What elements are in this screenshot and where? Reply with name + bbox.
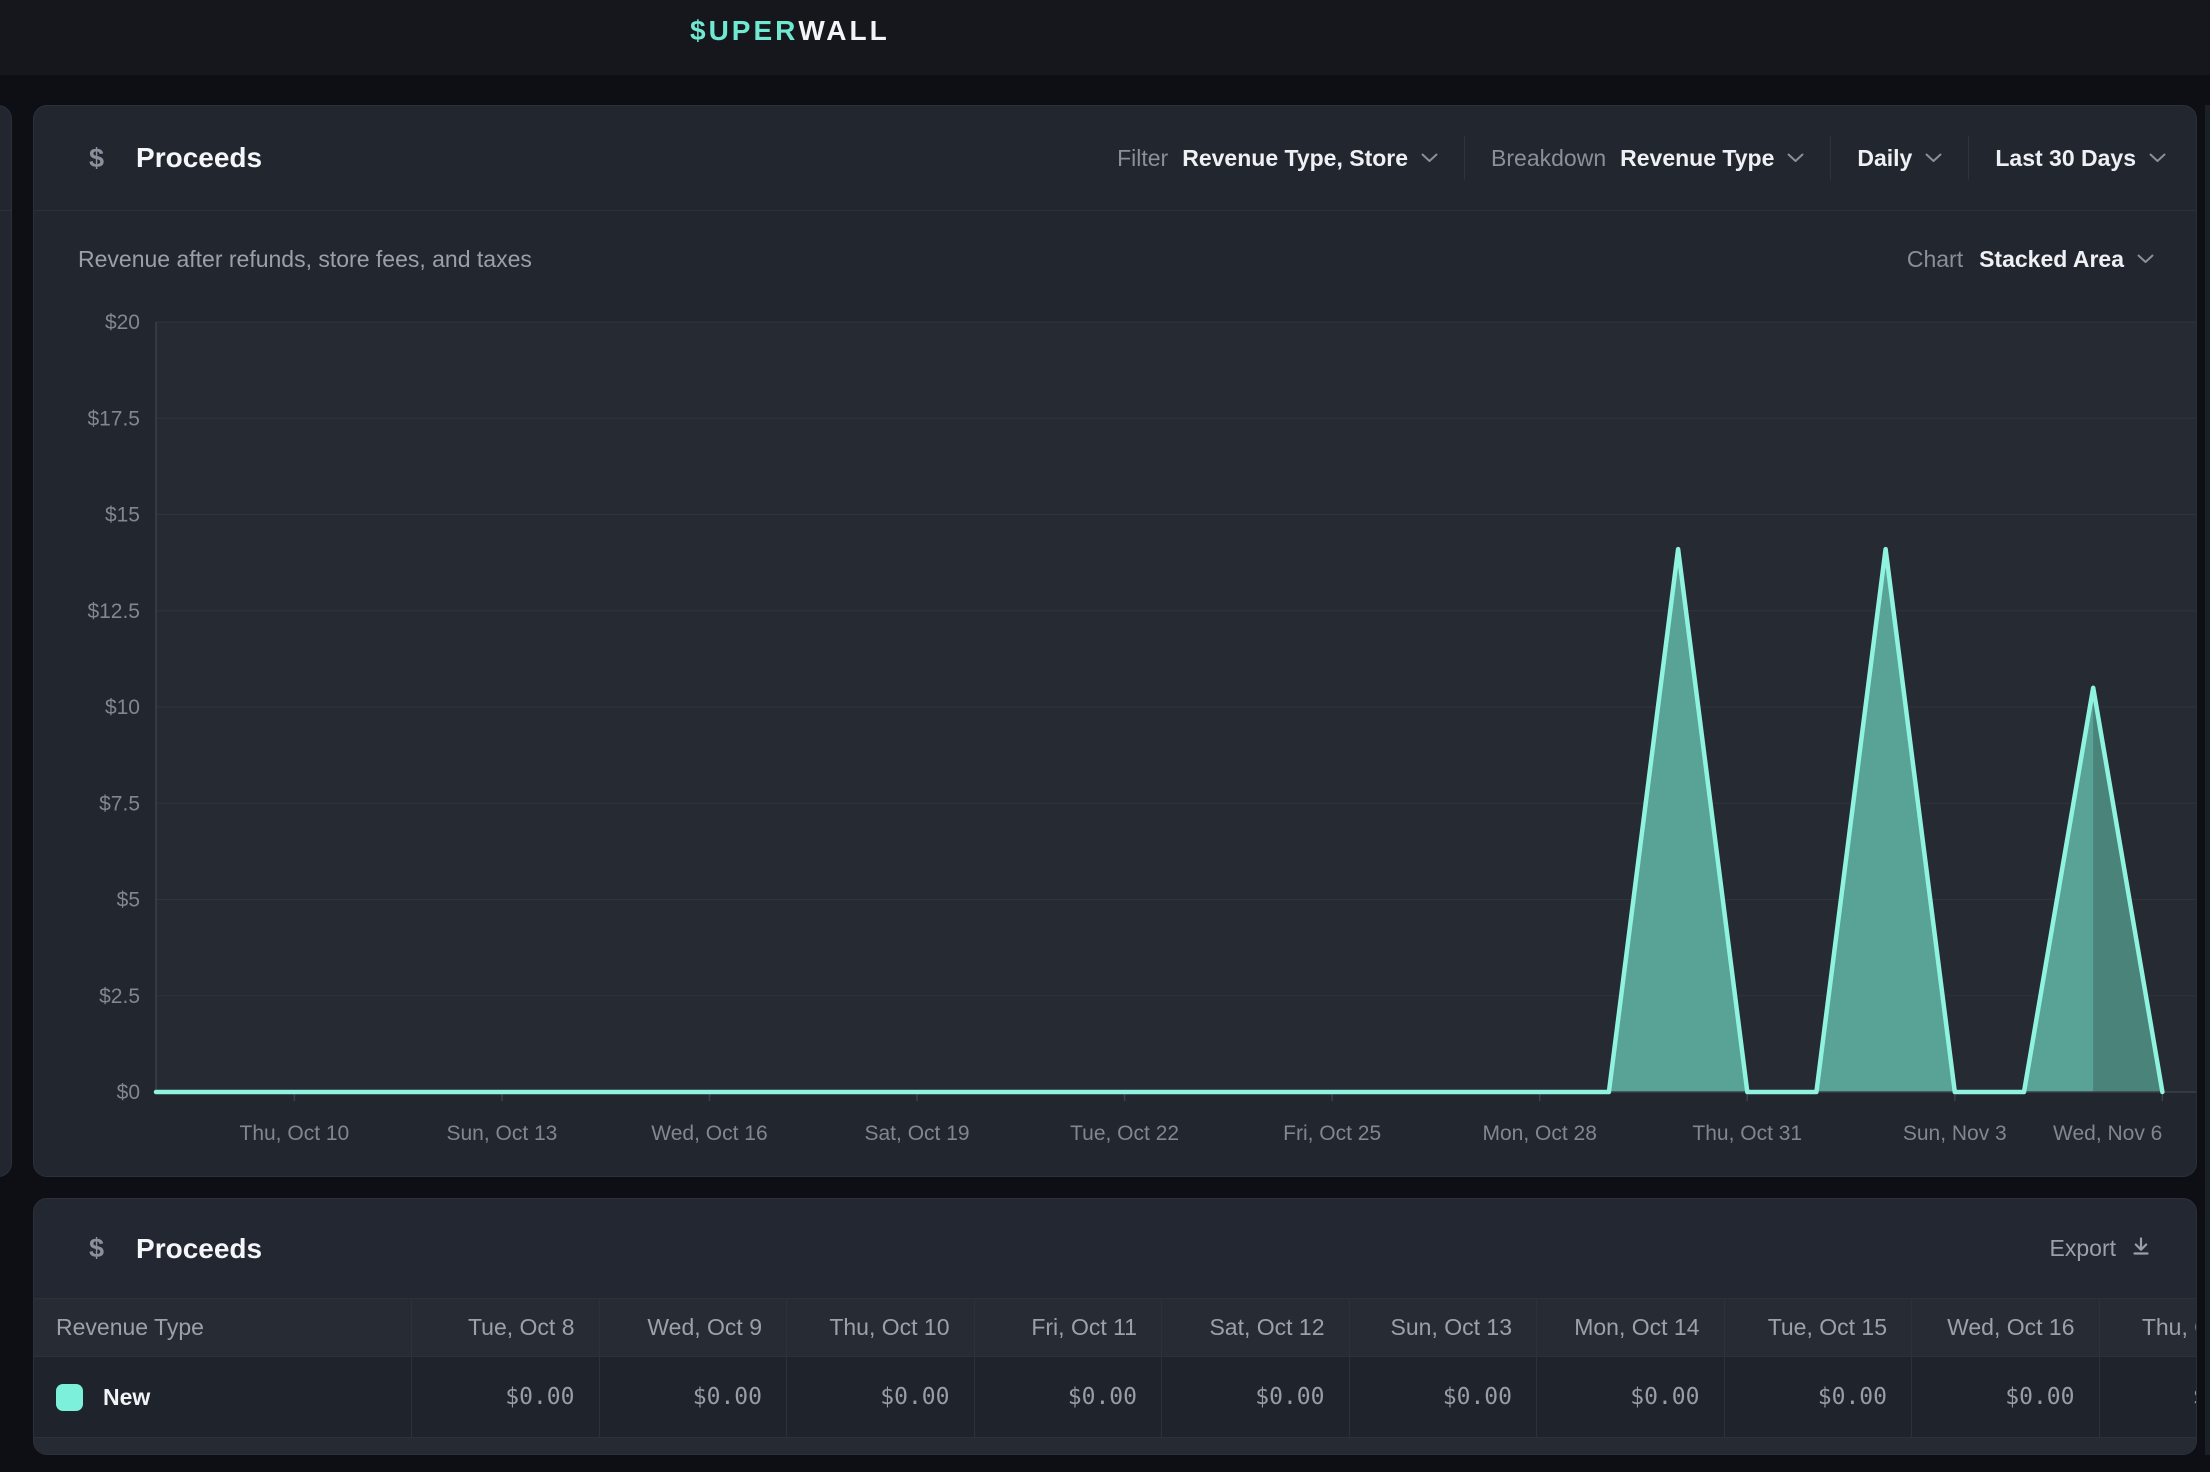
svg-text:Thu, Oct 31: Thu, Oct 31 bbox=[1692, 1122, 1802, 1145]
chart-type-dropdown[interactable]: Chart Stacked Area bbox=[1907, 246, 2154, 273]
chart-subtitle: Revenue after refunds, store fees, and t… bbox=[78, 246, 532, 273]
svg-text:Mon, Oct 28: Mon, Oct 28 bbox=[1483, 1122, 1597, 1145]
divider bbox=[1830, 136, 1831, 180]
export-label: Export bbox=[2050, 1235, 2116, 1262]
svg-text:$20: $20 bbox=[105, 311, 140, 334]
table-header-revenue-type: Revenue Type bbox=[34, 1299, 411, 1356]
download-icon bbox=[2130, 1235, 2152, 1263]
chevron-down-icon bbox=[1787, 153, 1804, 163]
export-button[interactable]: Export bbox=[2050, 1235, 2152, 1263]
table-header-cell: Wed, Oct 9 bbox=[599, 1299, 787, 1356]
svg-text:Sat, Oct 19: Sat, Oct 19 bbox=[865, 1122, 970, 1145]
breakdown-value: Revenue Type bbox=[1620, 145, 1774, 172]
chart-controls: Filter Revenue Type, Store Breakdown Rev… bbox=[1117, 136, 2166, 180]
svg-text:Tue, Oct 22: Tue, Oct 22 bbox=[1070, 1122, 1179, 1145]
logo-text-secondary: WALL bbox=[798, 15, 889, 47]
superwall-logo[interactable]: $UPERWALL bbox=[690, 0, 890, 62]
chart-type-label: Chart bbox=[1907, 246, 1963, 273]
svg-text:$17.5: $17.5 bbox=[87, 407, 140, 430]
table-body: New$0.00$0.00$0.00$0.00$0.00$0.00$0.00$0… bbox=[34, 1357, 2196, 1438]
filter-label: Filter bbox=[1117, 145, 1168, 172]
granularity-value: Daily bbox=[1857, 145, 1912, 172]
svg-text:Sun, Nov 3: Sun, Nov 3 bbox=[1903, 1122, 2007, 1145]
table-panel-header: $ Proceeds Export bbox=[34, 1199, 2196, 1298]
table-value-cell: $0.00 bbox=[1536, 1357, 1724, 1437]
table-header-cell: Thu, Oct 10 bbox=[786, 1299, 974, 1356]
svg-text:$7.5: $7.5 bbox=[99, 792, 140, 815]
table-value-cell: $0.00 bbox=[411, 1357, 599, 1437]
date-range-value: Last 30 Days bbox=[1995, 145, 2136, 172]
table-header-cell: Fri, Oct 11 bbox=[974, 1299, 1162, 1356]
proceeds-chart-panel: $ Proceeds Filter Revenue Type, Store Br… bbox=[33, 105, 2197, 1177]
granularity-dropdown[interactable]: Daily bbox=[1857, 145, 1942, 172]
proceeds-table-panel: $ Proceeds Export Revenue TypeTue, Oct 8… bbox=[33, 1198, 2197, 1455]
filter-dropdown[interactable]: Filter Revenue Type, Store bbox=[1117, 145, 1438, 172]
table-header-cell: Mon, Oct 14 bbox=[1536, 1299, 1724, 1356]
table-value-cell: $0.00 bbox=[1349, 1357, 1537, 1437]
row-label-cell: New bbox=[34, 1357, 411, 1437]
table-value-cell: $0.00 bbox=[786, 1357, 974, 1437]
offscreen-panel-edge bbox=[0, 105, 12, 1177]
series-color-swatch bbox=[56, 1384, 83, 1411]
table-header-cell: Tue, Oct 8 bbox=[411, 1299, 599, 1356]
table-header-cell: Sun, Oct 13 bbox=[1349, 1299, 1537, 1356]
breakdown-label: Breakdown bbox=[1491, 145, 1606, 172]
logo-text-primary: $UPER bbox=[690, 15, 798, 47]
table-value-cell: $0.00 bbox=[974, 1357, 1162, 1437]
table-scrollbar-track[interactable] bbox=[34, 1438, 2196, 1454]
svg-text:Wed, Oct 16: Wed, Oct 16 bbox=[651, 1122, 767, 1145]
svg-text:Thu, Oct 10: Thu, Oct 10 bbox=[240, 1122, 350, 1145]
svg-text:$0: $0 bbox=[117, 1081, 140, 1104]
chart-type-value: Stacked Area bbox=[1979, 246, 2124, 273]
chevron-down-icon bbox=[2137, 254, 2154, 264]
svg-text:$15: $15 bbox=[105, 504, 140, 527]
svg-text:$12.5: $12.5 bbox=[87, 600, 140, 623]
divider bbox=[1968, 136, 1969, 180]
svg-text:$5: $5 bbox=[117, 889, 140, 912]
offscreen-panel-header bbox=[0, 106, 11, 211]
breakdown-dropdown[interactable]: Breakdown Revenue Type bbox=[1491, 145, 1804, 172]
table-header-cell: Sat, Oct 12 bbox=[1161, 1299, 1349, 1356]
chevron-down-icon bbox=[1421, 153, 1438, 163]
series-label: New bbox=[103, 1384, 150, 1411]
chevron-down-icon bbox=[1925, 153, 1942, 163]
svg-text:$10: $10 bbox=[105, 696, 140, 719]
table-value-cell: $0.00 bbox=[2099, 1357, 2198, 1437]
svg-text:$2.5: $2.5 bbox=[99, 985, 140, 1008]
filter-value: Revenue Type, Store bbox=[1182, 145, 1408, 172]
divider bbox=[1464, 136, 1465, 180]
table-header-cell: Wed, Oct 16 bbox=[1911, 1299, 2099, 1356]
table-header-cell: Tue, Oct 15 bbox=[1724, 1299, 1912, 1356]
table-value-cell: $0.00 bbox=[1161, 1357, 1349, 1437]
stacked-area-chart[interactable]: $0 $2.5 $5 $7.5 $10 $12.5 $15 $17.5 $20 Thu, Oct … bbox=[34, 307, 2197, 1177]
table-title: Proceeds bbox=[136, 1233, 262, 1265]
table-value-cell: $0.00 bbox=[1724, 1357, 1912, 1437]
top-navbar: $UPERWALL bbox=[0, 0, 2210, 75]
table-value-cell: $0.00 bbox=[599, 1357, 787, 1437]
table-value-cell: $0.00 bbox=[1911, 1357, 2099, 1437]
date-range-dropdown[interactable]: Last 30 Days bbox=[1995, 145, 2166, 172]
svg-text:Wed, Nov 6: Wed, Nov 6 bbox=[2053, 1122, 2162, 1145]
dollar-icon: $ bbox=[89, 143, 104, 174]
dollar-icon: $ bbox=[89, 1233, 104, 1264]
svg-text:Sun, Oct 13: Sun, Oct 13 bbox=[446, 1122, 557, 1145]
table-row[interactable]: New$0.00$0.00$0.00$0.00$0.00$0.00$0.00$0… bbox=[34, 1357, 2197, 1438]
table-header-row: Revenue TypeTue, Oct 8Wed, Oct 9Thu, Oct… bbox=[34, 1298, 2197, 1357]
chevron-down-icon bbox=[2149, 153, 2166, 163]
page-title: Proceeds bbox=[136, 142, 262, 174]
chart-panel-header: $ Proceeds Filter Revenue Type, Store Br… bbox=[34, 106, 2196, 211]
right-edge-strip bbox=[2205, 105, 2210, 1455]
chart-subtitle-row: Revenue after refunds, store fees, and t… bbox=[34, 211, 2196, 307]
svg-text:Fri, Oct 25: Fri, Oct 25 bbox=[1283, 1122, 1381, 1145]
table-header-cell: Thu, Oct 17 bbox=[2099, 1299, 2198, 1356]
